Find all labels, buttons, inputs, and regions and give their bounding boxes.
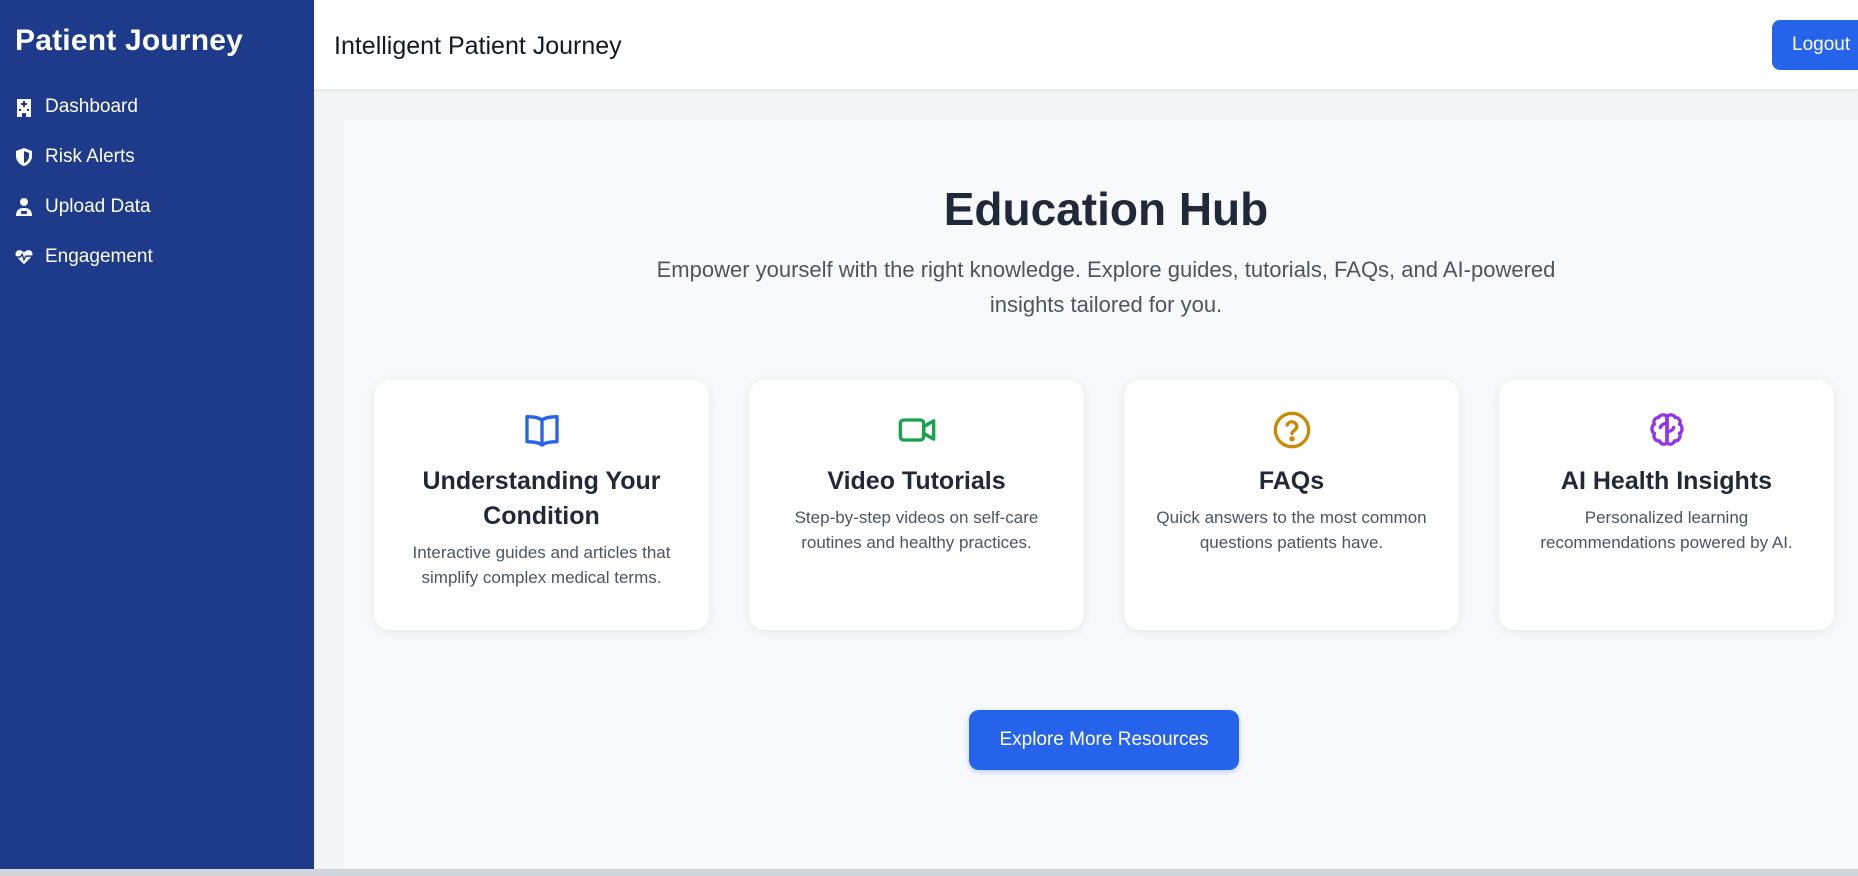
brain-icon <box>1649 413 1684 446</box>
logout-button[interactable]: Logout <box>1772 20 1858 70</box>
sidebar-item-risk-alerts[interactable]: Risk Alerts <box>0 132 314 182</box>
sidebar-nav: Dashboard Risk Alerts Upload Data Engage… <box>0 82 314 282</box>
card-title: AI Health Insights <box>1560 467 1773 495</box>
sidebar-item-label: Upload Data <box>45 196 151 217</box>
sidebar-item-engagement[interactable]: Engagement <box>0 232 314 282</box>
sidebar-item-label: Dashboard <box>45 96 138 117</box>
sidebar: Patient Journey Dashboard Risk Alerts Up… <box>0 0 314 869</box>
book-icon <box>524 415 559 447</box>
heart-pulse-icon <box>15 250 33 265</box>
hub-subtitle: Empower yourself with the right knowledg… <box>656 257 1556 317</box>
card-understanding-condition[interactable]: Understanding Your Condition Interactive… <box>374 380 709 630</box>
brand-title: Patient Journey <box>15 24 244 57</box>
card-title: Understanding Your Condition <box>422 467 661 530</box>
user-doctor-icon <box>16 198 32 216</box>
card-video-tutorials[interactable]: Video Tutorials Step-by-step videos on s… <box>749 380 1084 630</box>
card-title: FAQs <box>1258 467 1325 495</box>
card-description: Personalized learning recommendations po… <box>1540 508 1793 552</box>
explore-more-resources-button[interactable]: Explore More Resources <box>969 710 1239 770</box>
sidebar-item-label: Risk Alerts <box>45 146 135 167</box>
question-circle-icon <box>1273 411 1310 449</box>
sidebar-item-upload-data[interactable]: Upload Data <box>0 182 314 232</box>
shield-icon <box>16 148 32 166</box>
sidebar-item-label: Engagement <box>45 246 153 267</box>
card-title: Video Tutorials <box>827 467 1006 495</box>
card-description: Interactive guides and articles that sim… <box>412 543 671 587</box>
top-header: Intelligent Patient Journey Logout <box>314 0 1858 90</box>
card-ai-health-insights[interactable]: AI Health Insights Personalized learning… <box>1499 380 1834 630</box>
hub-title: Education Hub <box>943 183 1269 235</box>
horizontal-scrollbar[interactable] <box>0 869 1858 876</box>
education-hub-panel: Education Hub Empower yourself with the … <box>344 120 1858 869</box>
page-title: Intelligent Patient Journey <box>334 32 622 60</box>
video-icon <box>898 418 935 442</box>
sidebar-item-dashboard[interactable]: Dashboard <box>0 82 314 132</box>
card-faqs[interactable]: FAQs Quick answers to the most common qu… <box>1124 380 1459 630</box>
card-description: Quick answers to the most common questio… <box>1156 508 1427 552</box>
hospital-icon <box>17 99 31 117</box>
card-description: Step-by-step videos on self-care routine… <box>794 508 1039 552</box>
